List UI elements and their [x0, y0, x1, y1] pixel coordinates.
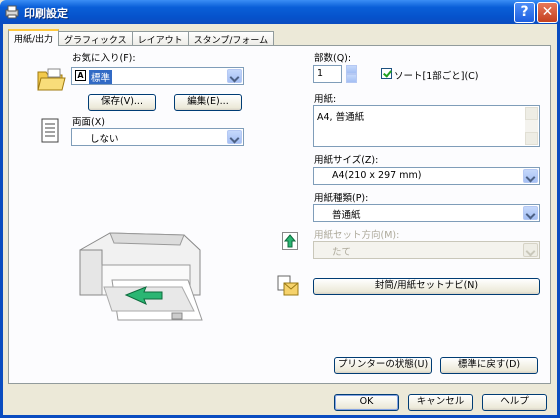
scrollbar[interactable] [525, 107, 538, 145]
cancel-button[interactable]: キャンセル [408, 394, 473, 411]
save-favorite-button[interactable]: 保存(V)... [88, 94, 156, 111]
tab-stamp-form[interactable]: スタンプ/フォーム [187, 31, 275, 46]
paper-type-value: 普通紙 [332, 210, 361, 221]
paper-size-value: A4(210 x 297 mm) [332, 170, 422, 181]
printer-status-button[interactable]: プリンターの状態(U) [334, 357, 432, 374]
chevron-down-icon[interactable] [227, 130, 242, 144]
chevron-down-icon[interactable] [523, 206, 538, 220]
scroll-down-icon[interactable] [525, 132, 538, 145]
folder-favorites-icon [37, 68, 66, 91]
copies-stepper[interactable] [346, 65, 357, 83]
spin-down-icon[interactable] [346, 74, 357, 83]
duplex-document-icon [41, 118, 59, 143]
duplex-select[interactable]: しない [71, 128, 244, 146]
duplex-value: しない [90, 134, 119, 145]
feed-direction-arrow-icon [282, 232, 298, 250]
close-button[interactable]: ✕ [537, 2, 558, 23]
paper-size-label: 用紙サイズ(Z): [314, 155, 379, 166]
feed-direction-label: 用紙セット方向(M): [314, 230, 400, 241]
collate-checkbox[interactable] [381, 68, 392, 79]
paper-summary-box: A4, 普通紙 [313, 105, 540, 147]
favorites-label: お気に入り(F): [72, 53, 136, 64]
paper-label: 用紙: [314, 94, 337, 105]
paper-type-select[interactable]: 普通紙 [313, 204, 540, 222]
help-button[interactable]: ヘルプ [482, 394, 547, 411]
copies-input[interactable]: 1 [313, 65, 342, 83]
paper-type-label: 用紙種類(P): [314, 193, 369, 204]
copies-value: 1 [317, 68, 324, 79]
tab-paper-output[interactable]: 用紙/出力 [8, 29, 60, 46]
envelope-paper-navi-button[interactable]: 封筒/用紙セットナビ(N) [313, 278, 540, 295]
favorites-value: 標準 [89, 70, 113, 84]
paper-summary-value: A4, 普通紙 [317, 112, 365, 123]
scroll-up-icon[interactable] [525, 107, 538, 120]
tab-graphics[interactable]: グラフィックス [58, 31, 133, 46]
favorites-select[interactable]: A 標準 [71, 67, 244, 85]
chevron-down-icon[interactable] [523, 243, 538, 257]
tab-layout[interactable]: レイアウト [131, 31, 189, 46]
duplex-label: 両面(X) [72, 117, 105, 128]
chevron-down-icon[interactable] [227, 69, 242, 83]
favorite-preset-icon: A [75, 70, 86, 81]
feed-direction-select[interactable]: たて [313, 241, 540, 259]
chevron-down-icon[interactable] [523, 169, 538, 183]
tab-bar: 用紙/出力 グラフィックス レイアウト スタンプ/フォーム [8, 29, 275, 46]
printer-illustration [79, 232, 203, 321]
reset-defaults-button[interactable]: 標準に戻す(D) [440, 357, 538, 374]
help-title-button[interactable]: ? [514, 2, 535, 23]
title-bar: 印刷設定 ? ✕ [0, 0, 560, 24]
spin-up-icon[interactable] [346, 65, 357, 74]
window-title: 印刷設定 [24, 7, 68, 20]
collate-label: ソート[1部ごと](C) [394, 71, 479, 82]
envelope-navi-icon [277, 275, 299, 296]
ok-button[interactable]: OK [334, 394, 399, 411]
copies-label: 部数(Q): [314, 53, 352, 64]
feed-direction-value: たて [332, 247, 352, 258]
printer-icon [5, 5, 19, 19]
edit-favorite-button[interactable]: 編集(E)... [174, 94, 242, 111]
paper-size-select[interactable]: A4(210 x 297 mm) [313, 167, 540, 185]
